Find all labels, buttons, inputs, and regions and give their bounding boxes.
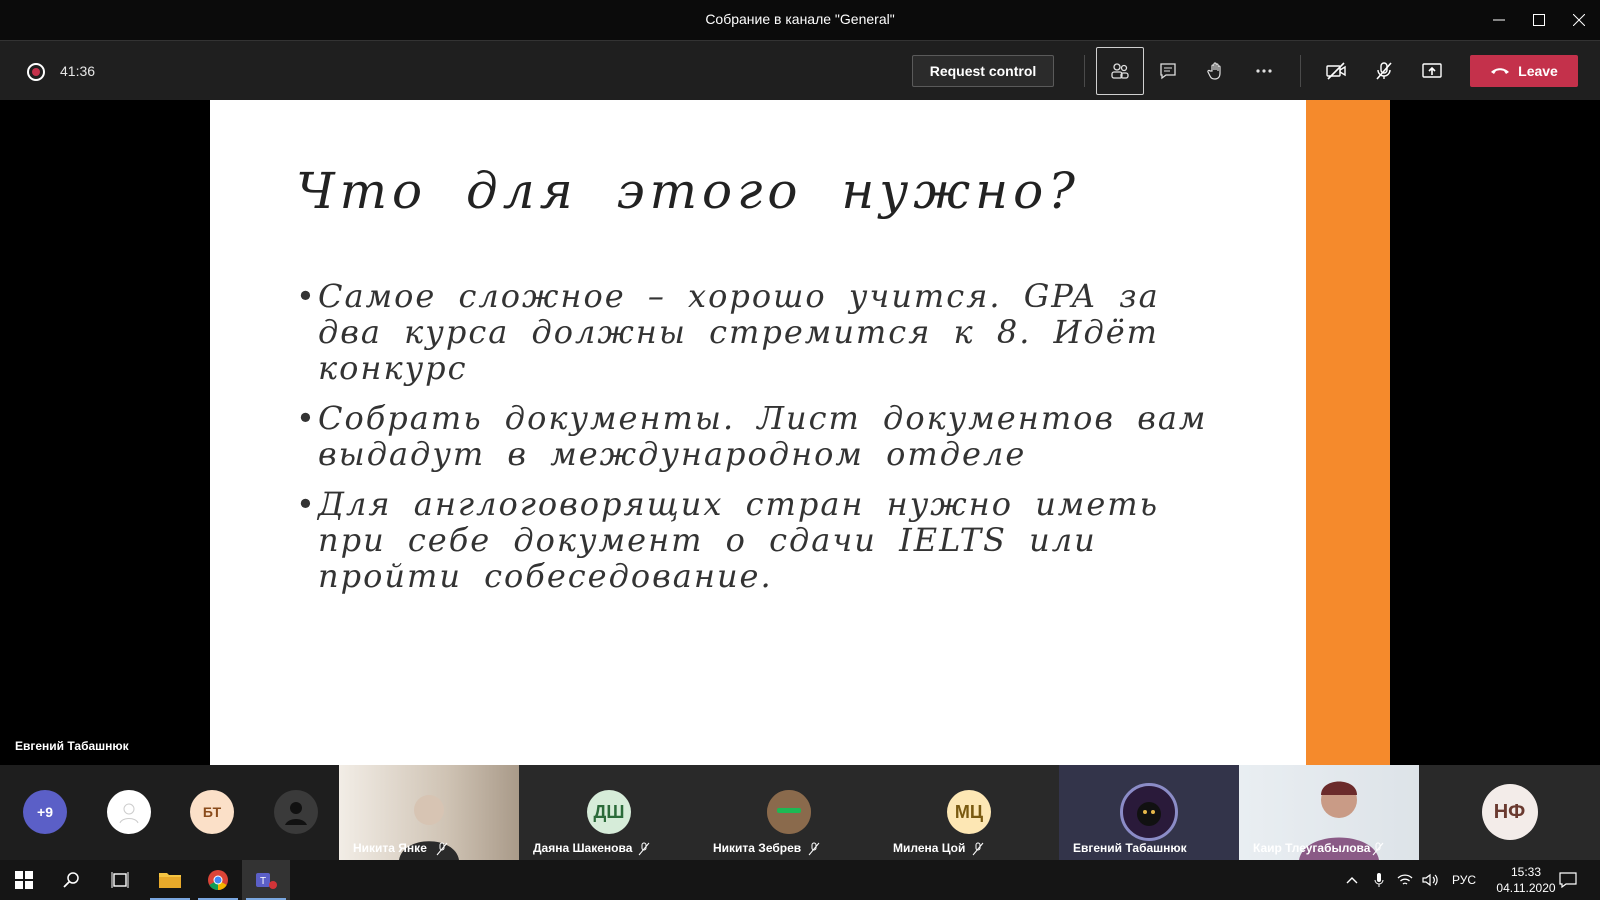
slide-bullet: Для англоговорящих стран нужно иметь при… (296, 486, 1231, 594)
participant-tile[interactable]: ДШ Даяна Шакенова (519, 765, 699, 860)
leave-button[interactable]: Leave (1470, 55, 1578, 87)
chrome-icon (208, 870, 228, 891)
close-icon (1573, 14, 1585, 26)
participant-tile[interactable]: НФ (1419, 765, 1600, 860)
participant-tile[interactable]: Никита Зебрев (699, 765, 879, 860)
wifi-icon (1397, 874, 1413, 885)
people-icon (1111, 63, 1129, 79)
search-icon (63, 872, 79, 888)
mic-toggle-button[interactable] (1360, 47, 1408, 95)
start-button[interactable] (0, 860, 48, 900)
windows-icon (15, 871, 33, 889)
presentation-slide: Что для этого нужно? Самое сложное – хор… (210, 100, 1306, 765)
participant-name: Каир Тлеугабылова (1253, 841, 1371, 855)
slide-bullets: Самое сложное – хорошо учится. GPA за дв… (296, 278, 1231, 608)
share-screen-button[interactable] (1408, 47, 1456, 95)
camera-toggle-button[interactable] (1312, 47, 1360, 95)
participant-name: Никита Зебрев (713, 841, 802, 855)
slide-title: Что для этого нужно? (296, 162, 1080, 220)
participant-name: Даяна Шакенова (533, 841, 633, 855)
participant-avatar (767, 790, 811, 834)
svg-text:T: T (260, 876, 266, 887)
minimize-icon (1493, 19, 1505, 21)
toolbar-divider (1300, 55, 1301, 87)
shared-content-stage: Что для этого нужно? Самое сложное – хор… (0, 100, 1600, 765)
participant-avatar[interactable] (107, 790, 151, 834)
recording-icon (27, 63, 45, 81)
participants-button[interactable] (1096, 47, 1144, 95)
maximize-button[interactable] (1527, 8, 1551, 32)
action-center-button[interactable] (1544, 860, 1592, 900)
microphone-tray-button[interactable] (1366, 860, 1392, 900)
title-bar: Собрание в канале "General" (0, 0, 1600, 40)
language-indicator[interactable]: РУС (1452, 873, 1476, 887)
participant-avatar[interactable]: БТ (190, 790, 234, 834)
more-participants-badge[interactable]: +9 (23, 790, 67, 834)
teams-icon: T (256, 873, 277, 889)
search-button[interactable] (48, 860, 96, 900)
volume-tray-button[interactable] (1418, 860, 1444, 900)
participant-tile[interactable]: Никита Янке (339, 765, 519, 860)
show-hidden-icons-button[interactable] (1338, 860, 1366, 900)
chat-button[interactable] (1144, 47, 1192, 95)
speaker-icon (1422, 873, 1438, 887)
slide-bullet: Самое сложное – хорошо учится. GPA за дв… (296, 278, 1231, 386)
mic-off-icon (1372, 842, 1384, 856)
participant-avatar: НФ (1481, 784, 1538, 840)
minimize-button[interactable] (1487, 8, 1511, 32)
participant-tile[interactable]: Евгений Табашнюк (1059, 765, 1239, 860)
participant-avatar[interactable] (274, 790, 318, 834)
mic-off-icon (638, 842, 650, 856)
participant-name: Никита Янке (353, 841, 427, 855)
task-view-button[interactable] (96, 860, 144, 900)
mic-off-icon (1376, 62, 1392, 80)
file-explorer-button[interactable] (146, 860, 194, 900)
microphone-icon (1374, 873, 1384, 887)
presenter-name: Евгений Табашнюк (15, 739, 129, 753)
participant-tile[interactable]: Каир Тлеугабылова (1239, 765, 1419, 860)
notifications-icon (1559, 872, 1577, 888)
request-control-button[interactable]: Request control (912, 55, 1054, 87)
participant-name: Милена Цой (893, 841, 966, 855)
hand-icon (1207, 62, 1221, 80)
share-screen-icon (1422, 63, 1442, 78)
slide-accent-bar (1306, 100, 1390, 765)
participant-name: Евгений Табашнюк (1073, 841, 1187, 855)
avatar-photo-icon (119, 803, 139, 824)
participant-avatar (1120, 783, 1178, 841)
network-tray-button[interactable] (1392, 860, 1418, 900)
toolbar-divider (1084, 55, 1085, 87)
avatar-photo-icon (767, 790, 811, 834)
taskbar: T РУС 15:33 04.11.2020 (0, 860, 1600, 900)
raise-hand-button[interactable] (1192, 47, 1240, 95)
chat-icon (1160, 63, 1176, 80)
participant-avatar: МЦ (947, 790, 991, 834)
maximize-icon (1533, 14, 1545, 26)
mic-off-icon (436, 842, 448, 856)
chrome-button[interactable] (194, 860, 242, 900)
participants-strip: +9 БТ Никита Янке ДШ Даяна Шакенова Ники… (0, 765, 1600, 860)
window-title: Собрание в канале "General" (705, 11, 895, 27)
avatar-photo-icon (1137, 802, 1161, 826)
more-actions-button[interactable] (1240, 47, 1288, 95)
slide-bullet: Собрать документы. Лист документов вам в… (296, 400, 1231, 472)
teams-meeting-window: Собрание в канале "General" 41:36 Reques… (0, 0, 1600, 900)
task-view-icon (111, 872, 129, 888)
mic-off-icon (972, 842, 984, 856)
leave-label: Leave (1518, 63, 1558, 79)
participant-tile[interactable]: МЦ Милена Цой (879, 765, 1059, 860)
meeting-toolbar: 41:36 Request control Leave (0, 40, 1600, 100)
close-button[interactable] (1567, 8, 1591, 32)
camera-off-icon (1326, 62, 1346, 80)
participant-avatar: ДШ (587, 790, 631, 834)
avatar-photo-icon (285, 802, 307, 825)
teams-button[interactable]: T (242, 860, 290, 900)
mic-off-icon (808, 842, 820, 856)
meeting-timer: 41:36 (60, 63, 96, 79)
more-icon (1256, 69, 1272, 73)
chevron-up-icon (1346, 877, 1358, 884)
hang-up-icon (1491, 68, 1510, 74)
folder-icon (159, 873, 181, 888)
